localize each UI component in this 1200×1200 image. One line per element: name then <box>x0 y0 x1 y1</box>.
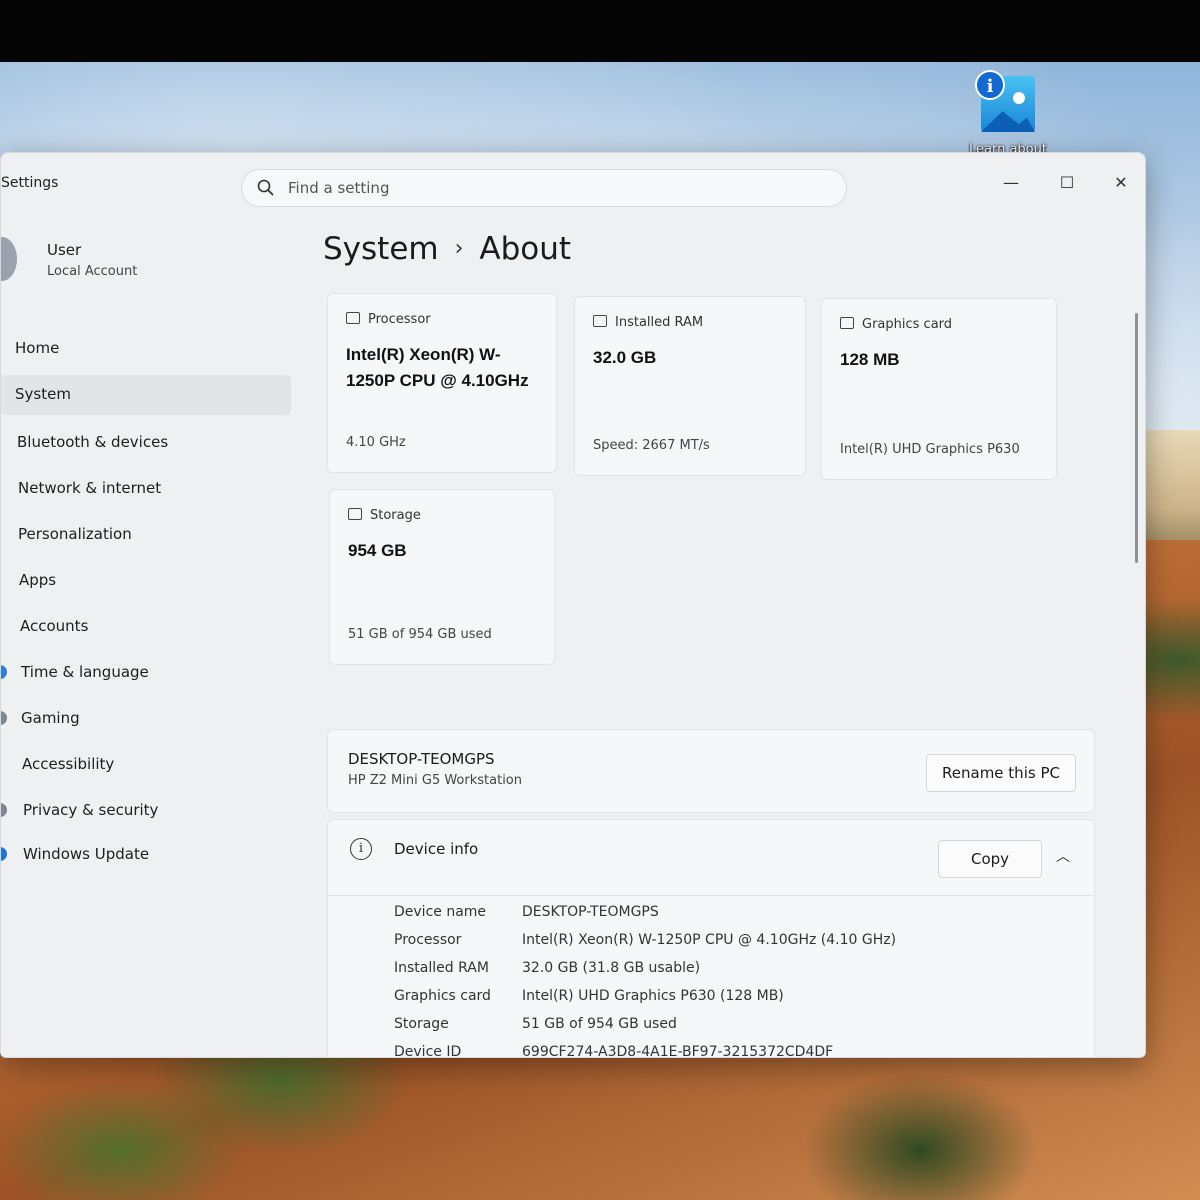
sidebar-item-gaming[interactable]: Gaming <box>1 699 291 739</box>
sidebar-item-home[interactable]: Home <box>1 329 291 369</box>
spec-label: Storage <box>394 1016 449 1032</box>
sidebar-item-label: Accessibility <box>22 755 115 773</box>
sidebar-item-label: Home <box>15 339 60 357</box>
page-title: About <box>479 231 572 267</box>
ram-speed: Speed: 2667 MT/s <box>593 438 710 453</box>
spec-value: Intel(R) Xeon(R) W-1250P CPU @ 4.10GHz (… <box>522 932 897 948</box>
processor-speed: 4.10 GHz <box>346 435 406 450</box>
graphics-card: Graphics card 128 MB Intel(R) UHD Graphi… <box>821 298 1057 480</box>
sidebar-item-label: Personalization <box>18 525 132 543</box>
search-box[interactable]: Find a setting <box>241 169 847 207</box>
storage-card: Storage 954 GB 51 GB of 954 GB used <box>329 489 555 665</box>
sidebar-item-accounts[interactable]: Accounts <box>1 607 291 647</box>
scrollbar[interactable] <box>1135 313 1138 563</box>
spec-label: Device ID <box>394 1044 462 1058</box>
shield-icon <box>1 803 7 817</box>
memory-icon <box>593 315 607 327</box>
info-icon: i <box>350 838 372 860</box>
maximize-button[interactable]: ☐ <box>1047 165 1087 201</box>
spec-label: Device name <box>394 904 487 920</box>
device-info-title: Device info <box>394 840 479 858</box>
spec-value: Intel(R) UHD Graphics P630 (128 MB) <box>522 988 784 1004</box>
sidebar-item-label: Gaming <box>21 709 80 727</box>
processor-card: Processor Intel(R) Xeon(R) W-1250P CPU @… <box>327 293 557 473</box>
card-title: Storage <box>370 508 421 523</box>
user-name[interactable]: User <box>47 241 81 259</box>
close-button[interactable]: ✕ <box>1101 165 1141 201</box>
spec-label: Processor <box>394 932 462 948</box>
pc-model: HP Z2 Mini G5 Workstation <box>348 773 523 788</box>
display-icon <box>840 317 854 329</box>
user-avatar[interactable] <box>1 237 17 281</box>
processor-value: Intel(R) Xeon(R) W-1250P CPU @ 4.10GHz <box>346 345 529 390</box>
info-icon: i <box>975 70 1005 100</box>
sidebar-item-network-internet[interactable]: Network & internet <box>1 469 291 509</box>
storage-icon <box>348 508 362 520</box>
sidebar-item-bluetooth-devices[interactable]: Bluetooth & devices <box>1 423 291 463</box>
minimize-button[interactable]: — <box>991 165 1031 201</box>
spec-value: DESKTOP-TEOMGPS <box>522 904 659 920</box>
device-info-section: i Device info Copy ︿ Device name DESKTOP… <box>327 819 1095 1058</box>
chevron-up-icon[interactable]: ︿ <box>1056 846 1070 866</box>
sidebar-item-label: System <box>15 385 71 403</box>
card-header: Installed RAM <box>593 315 703 330</box>
sidebar-item-privacy-security[interactable]: Privacy & security <box>1 791 291 831</box>
card-header: Processor <box>346 312 431 327</box>
ram-value: 32.0 GB <box>593 348 657 367</box>
breadcrumb: System › About <box>323 231 571 267</box>
sidebar-item-label: Network & internet <box>18 479 162 497</box>
sidebar-item-label: Windows Update <box>23 845 150 863</box>
app-title: Settings <box>1 175 59 191</box>
graphics-model: Intel(R) UHD Graphics P630 <box>840 442 1020 457</box>
settings-window: Settings Find a setting — ☐ ✕ User Local… <box>0 152 1146 1058</box>
user-account-type: Local Account <box>47 264 138 279</box>
storage-value: 954 GB <box>348 541 407 560</box>
sidebar-item-time-language[interactable]: Time & language <box>1 653 291 693</box>
spec-value: 51 GB of 954 GB used <box>522 1016 677 1032</box>
sidebar-item-apps[interactable]: Apps <box>1 561 291 601</box>
breadcrumb-separator: › <box>454 236 464 261</box>
graphics-value: 128 MB <box>840 350 900 369</box>
card-title: Graphics card <box>862 317 953 332</box>
picture-icon: i <box>975 70 1035 132</box>
rename-pc-button[interactable]: Rename this PC <box>926 754 1076 792</box>
sidebar-item-windows-update[interactable]: Windows Update <box>1 835 291 875</box>
spec-value: 32.0 GB (31.8 GB usable) <box>522 960 701 976</box>
card-header: Graphics card <box>840 317 952 332</box>
card-header: Storage <box>348 508 421 523</box>
sidebar-item-accessibility[interactable]: Accessibility <box>1 745 291 785</box>
sidebar-item-personalization[interactable]: Personalization <box>1 515 291 555</box>
globe-icon <box>1 665 7 679</box>
sidebar-item-label: Bluetooth & devices <box>17 433 169 451</box>
card-title: Installed RAM <box>615 315 704 330</box>
device-info-header[interactable]: i Device info Copy ︿ <box>328 820 1094 896</box>
storage-usage: 51 GB of 954 GB used <box>348 627 492 642</box>
processor-icon <box>346 312 360 324</box>
ram-card: Installed RAM 32.0 GB Speed: 2667 MT/s <box>574 296 806 476</box>
spec-label: Installed RAM <box>394 960 489 976</box>
card-title: Processor <box>368 312 431 327</box>
pc-name: DESKTOP-TEOMGPS <box>348 750 495 768</box>
sidebar-item-label: Privacy & security <box>23 801 159 819</box>
sidebar-item-label: Accounts <box>20 617 89 635</box>
sidebar-item-system[interactable]: System <box>1 375 291 415</box>
spec-value: 699CF274-A3D8-4A1E-BF97-3215372CD4DF <box>522 1044 834 1058</box>
title-bar[interactable]: Settings Find a setting — ☐ ✕ <box>1 153 1145 213</box>
monitor-bezel <box>0 0 1200 62</box>
sidebar-item-label: Apps <box>19 571 57 589</box>
learn-about-desktop-icon[interactable]: i Learn about <box>962 70 1054 157</box>
pc-name-row: DESKTOP-TEOMGPS HP Z2 Mini G5 Workstatio… <box>327 729 1095 813</box>
gamepad-icon <box>1 711 7 725</box>
breadcrumb-parent[interactable]: System <box>323 231 439 267</box>
search-icon <box>257 179 274 196</box>
search-input[interactable]: Find a setting <box>288 179 389 197</box>
sidebar-item-label: Time & language <box>21 663 149 681</box>
spec-label: Graphics card <box>394 988 491 1004</box>
update-icon <box>1 847 7 861</box>
copy-button[interactable]: Copy <box>938 840 1042 878</box>
